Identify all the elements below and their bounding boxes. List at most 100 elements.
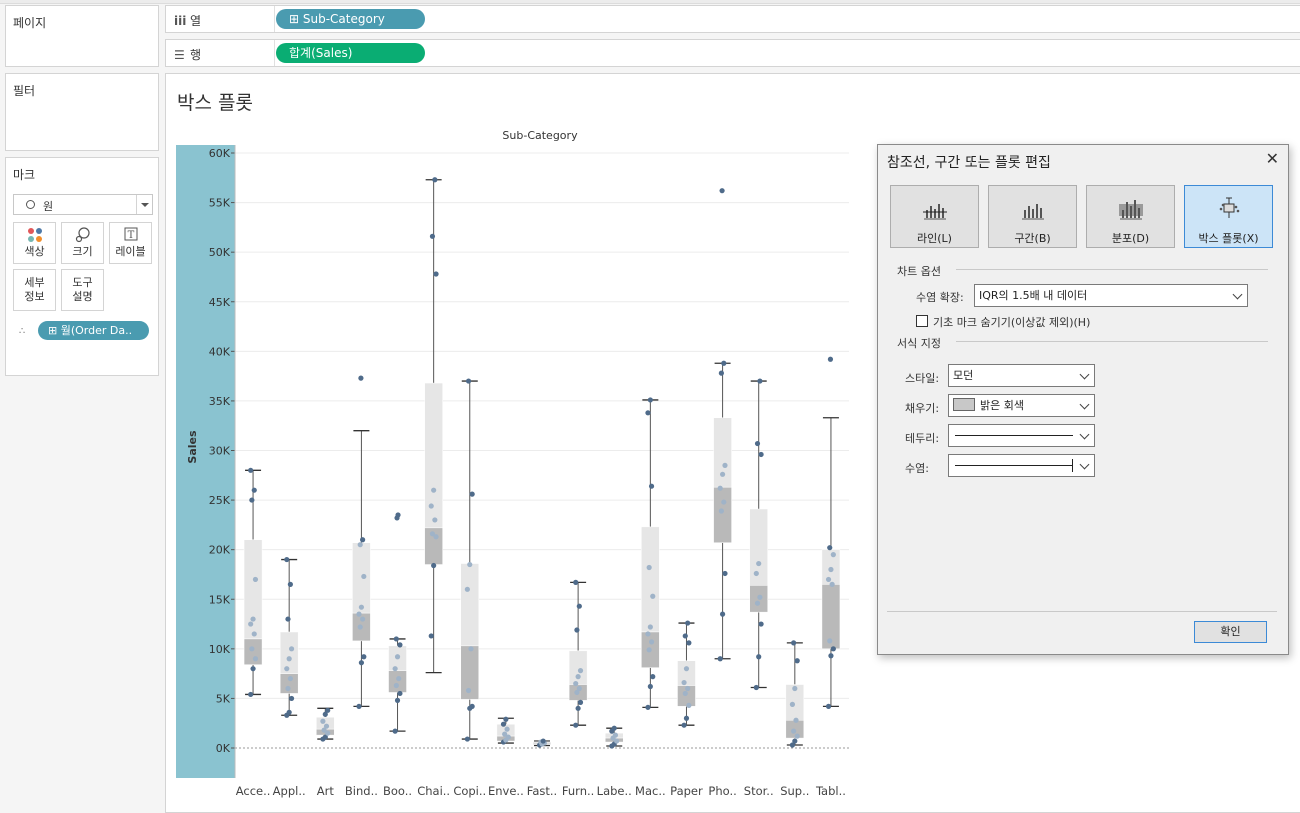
- ok-button[interactable]: 확인: [1194, 621, 1267, 643]
- close-icon[interactable]: ✕: [1266, 149, 1279, 168]
- data-point: [647, 397, 653, 403]
- data-point: [577, 668, 584, 674]
- y-tick-label: 45K: [209, 296, 231, 309]
- columns-shelf-label: iii 열: [174, 14, 202, 28]
- sum-sales-pill-label: 합계(Sales): [289, 46, 353, 60]
- y-tick-label: 35K: [209, 395, 231, 408]
- detail-button[interactable]: 세부 정보: [13, 269, 56, 311]
- y-tick-label: 20K: [209, 544, 231, 557]
- box-0: [243, 467, 263, 698]
- filters-card[interactable]: 필터: [5, 73, 159, 151]
- sub-category-pill-label: Sub-Category: [302, 12, 385, 26]
- x-tick-label: Enve..: [488, 784, 524, 798]
- data-point: [645, 631, 651, 637]
- label-button[interactable]: T 레이블: [109, 222, 152, 264]
- data-point: [360, 616, 366, 622]
- type-band-button[interactable]: 구간(B): [988, 185, 1077, 248]
- data-point: [360, 537, 366, 543]
- style-select[interactable]: 모던: [948, 364, 1095, 387]
- x-tick-label: Sup..: [780, 784, 809, 798]
- section-divider: [956, 269, 1268, 270]
- data-point: [285, 685, 291, 692]
- data-point: [361, 654, 367, 660]
- rows-shelf[interactable]: ☰ 행 합계(Sales): [165, 39, 1300, 67]
- data-point: [791, 640, 797, 646]
- data-point: [357, 624, 363, 630]
- y-tick-label: 0K: [216, 742, 231, 755]
- border-select[interactable]: [948, 424, 1095, 447]
- type-line-button[interactable]: 라인(L): [890, 185, 979, 248]
- data-point: [682, 690, 688, 697]
- data-point: [464, 586, 470, 592]
- data-point: [828, 653, 834, 659]
- data-point: [284, 666, 290, 672]
- data-point: [358, 604, 365, 610]
- size-button[interactable]: 크기: [61, 222, 104, 264]
- type-boxplot-button[interactable]: 박스 플롯(X): [1184, 185, 1273, 248]
- whisker-style-select[interactable]: [948, 454, 1095, 477]
- data-point: [794, 658, 800, 664]
- outlier-point: [395, 512, 401, 518]
- svg-text:T: T: [127, 230, 134, 241]
- hide-marks-checkbox[interactable]: [916, 315, 928, 327]
- mark-type-dropdown[interactable]: 원: [13, 194, 153, 215]
- marks-card: 마크 원 색상 크기 T 레이블 세부 정보 도구 설명 ∴ ⊞ 월(Order…: [5, 157, 159, 376]
- data-point: [250, 666, 256, 672]
- marks-title: 마크: [13, 168, 36, 182]
- data-point: [286, 656, 292, 662]
- detail-label: 세부 정보: [24, 276, 45, 303]
- data-point: [286, 709, 292, 715]
- sum-sales-pill[interactable]: 합계(Sales): [276, 43, 425, 63]
- chevron-down-icon: [1079, 399, 1090, 410]
- data-point: [361, 573, 367, 580]
- sub-category-pill[interactable]: ⊞ Sub-Category: [276, 9, 425, 29]
- data-point: [825, 576, 832, 583]
- data-point: [682, 633, 688, 639]
- tooltip-button[interactable]: 도구 설명: [61, 269, 104, 311]
- data-point: [288, 695, 295, 702]
- box-1: [279, 556, 299, 718]
- data-point: [252, 576, 259, 583]
- detail-pill[interactable]: ⊞ 월(Order Da..: [38, 321, 149, 340]
- data-point: [828, 566, 834, 573]
- data-point: [827, 638, 833, 644]
- data-point: [647, 624, 653, 630]
- format-heading: 서식 지정: [897, 337, 941, 350]
- section-divider: [956, 341, 1268, 342]
- data-point: [428, 503, 434, 509]
- box-upper-half: [460, 563, 480, 647]
- pages-card[interactable]: 페이지: [5, 5, 159, 67]
- edit-reference-dialog: 참조선, 구간 또는 플롯 편집 ✕ 라인(L) 구간(B) 분포(D) 박스 …: [877, 144, 1289, 655]
- data-point: [685, 685, 691, 692]
- data-point: [356, 703, 362, 709]
- distribution-icon: [1119, 200, 1143, 220]
- data-point: [248, 467, 254, 473]
- data-point: [792, 738, 798, 744]
- columns-shelf[interactable]: iii 열 ⊞ Sub-Category: [165, 5, 1300, 33]
- data-point: [397, 690, 403, 697]
- box-lower-half: [713, 486, 732, 543]
- data-point: [500, 721, 507, 727]
- whisker-extent-select[interactable]: IQR의 1.5배 내 데이터: [974, 284, 1248, 307]
- data-point: [249, 497, 255, 503]
- data-point: [325, 707, 331, 713]
- data-point: [429, 233, 436, 239]
- detail-pill-label: 월(Order Da..: [60, 324, 133, 337]
- data-point: [645, 410, 651, 416]
- label-label: 레이블: [115, 245, 146, 258]
- data-point: [393, 682, 399, 689]
- y-tick-label: 60K: [209, 147, 231, 160]
- line-icon: [923, 204, 947, 220]
- box-15: [785, 640, 805, 748]
- data-point: [825, 703, 832, 709]
- whisker-extent-value: IQR의 1.5배 내 데이터: [979, 289, 1088, 302]
- type-distribution-button[interactable]: 분포(D): [1086, 185, 1175, 248]
- fill-select[interactable]: 밝은 회색: [948, 394, 1095, 417]
- chevron-down-icon: [1079, 369, 1090, 380]
- data-point: [431, 487, 437, 493]
- data-point: [250, 616, 256, 622]
- ok-label: 확인: [1220, 625, 1241, 638]
- chevron-down-icon: [1232, 289, 1243, 300]
- style-label: 스타일:: [905, 372, 940, 385]
- color-button[interactable]: 색상: [13, 222, 56, 264]
